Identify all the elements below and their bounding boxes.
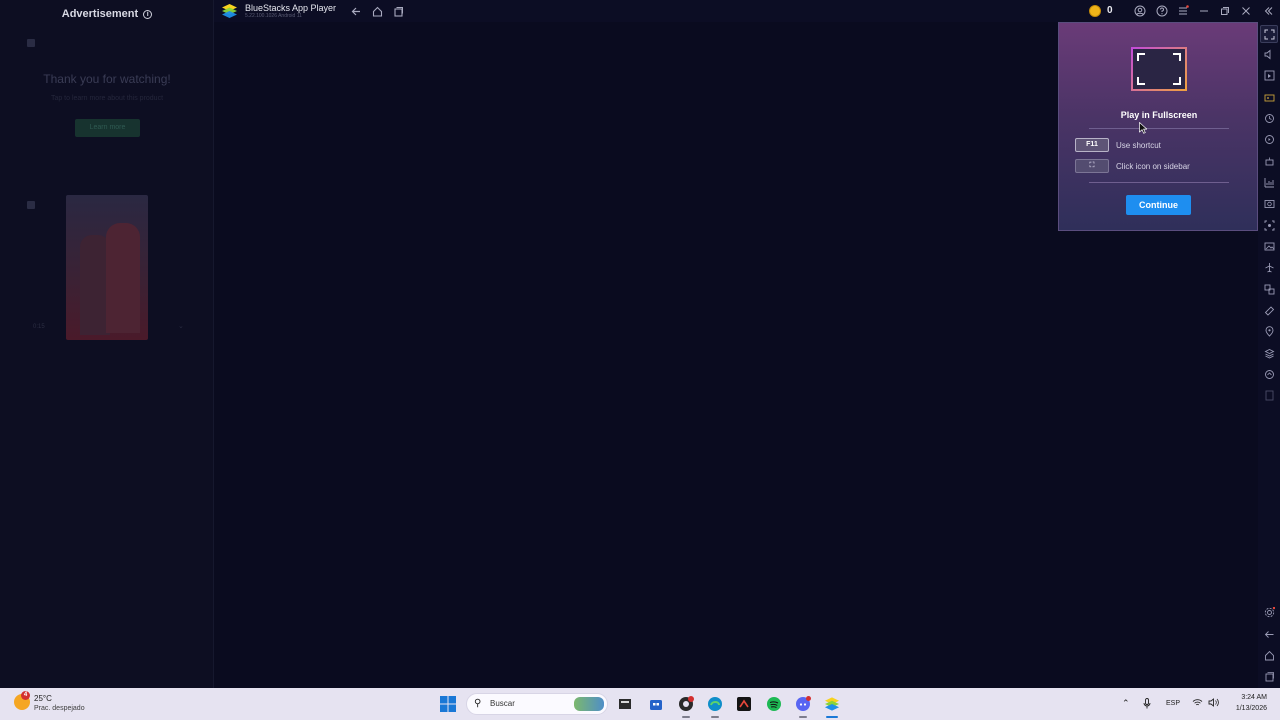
layers-icon[interactable] bbox=[1262, 346, 1276, 360]
search-placeholder: Buscar bbox=[490, 699, 515, 708]
chevron-up-icon[interactable]: ⌃ bbox=[1122, 698, 1130, 709]
ad-video-time: 0:15 bbox=[33, 324, 45, 330]
clock-date[interactable]: 1/13/2026 bbox=[1227, 705, 1267, 712]
popup-title: Play in Fullscreen bbox=[1120, 110, 1198, 120]
record-icon[interactable] bbox=[1262, 218, 1276, 232]
screen: Advertisement i Thank you for watching! … bbox=[0, 0, 1280, 720]
fullscreen-illustration-icon bbox=[1131, 47, 1187, 91]
menu-icon[interactable] bbox=[1175, 3, 1191, 19]
ad-learn-more-button[interactable]: Learn more bbox=[75, 119, 140, 137]
macro-icon[interactable] bbox=[1262, 111, 1276, 125]
use-shortcut-label: Use shortcut bbox=[1116, 141, 1161, 150]
ad-checkbox-icon[interactable] bbox=[27, 201, 35, 209]
account-icon[interactable] bbox=[1132, 3, 1148, 19]
rotate-icon[interactable] bbox=[1262, 132, 1276, 146]
gallery-icon[interactable] bbox=[1262, 239, 1276, 253]
windows-start-icon[interactable] bbox=[439, 695, 457, 713]
chevron-down-icon[interactable]: ⌄ bbox=[178, 322, 184, 330]
f11-key-badge: F11 bbox=[1075, 138, 1109, 152]
airplane-icon[interactable] bbox=[1262, 260, 1276, 274]
collapse-sidebar-icon[interactable] bbox=[1260, 3, 1276, 19]
more-apps-icon[interactable] bbox=[1262, 388, 1276, 402]
bluestacks-logo-icon bbox=[222, 4, 237, 18]
running-indicator bbox=[682, 716, 690, 718]
thumbnail-figure bbox=[106, 223, 140, 333]
screenshot-icon[interactable] bbox=[1262, 196, 1276, 210]
continue-button[interactable]: Continue bbox=[1126, 195, 1191, 215]
ad-title-label: Advertisement bbox=[61, 8, 139, 20]
ad-video-thumbnail[interactable] bbox=[66, 195, 148, 340]
recent-apps-icon[interactable] bbox=[390, 3, 406, 19]
home-icon[interactable] bbox=[1262, 648, 1276, 662]
file-explorer-icon[interactable] bbox=[616, 695, 634, 713]
windows-taskbar: 4 25°C Prac. despejado ⚲ Buscar ⌃ ESP 3:… bbox=[0, 688, 1280, 720]
search-icon: ⚲ bbox=[474, 698, 482, 709]
ad-thanks-text: Thank you for watching! bbox=[43, 72, 171, 86]
divider bbox=[1089, 128, 1229, 129]
help-icon[interactable] bbox=[1154, 3, 1170, 19]
home-icon[interactable] bbox=[369, 3, 385, 19]
sync-icon[interactable] bbox=[1262, 367, 1276, 381]
weather-description[interactable]: Prac. despejado bbox=[34, 705, 85, 712]
spotify-icon[interactable] bbox=[765, 695, 783, 713]
performance-icon[interactable] bbox=[1262, 175, 1276, 189]
coin-count: 0 bbox=[1107, 5, 1113, 16]
clock-time[interactable]: 3:24 AM bbox=[1235, 694, 1267, 701]
running-indicator bbox=[711, 716, 719, 718]
bluestacks-taskbar-icon[interactable] bbox=[823, 695, 841, 713]
fullscreen-icon[interactable] bbox=[1262, 27, 1276, 41]
discord-icon[interactable] bbox=[794, 695, 812, 713]
volume-icon[interactable] bbox=[1262, 47, 1276, 61]
app-version: 5.22.100.1026 Android 11 bbox=[245, 13, 302, 19]
edge-icon[interactable] bbox=[706, 695, 724, 713]
mouse-cursor-icon bbox=[1139, 122, 1147, 134]
right-sidebar bbox=[1258, 22, 1280, 688]
capcut-icon[interactable] bbox=[735, 695, 753, 713]
location-icon[interactable] bbox=[1262, 324, 1276, 338]
back-arrow-icon[interactable] bbox=[348, 3, 364, 19]
eraser-icon[interactable] bbox=[1262, 303, 1276, 317]
restore-icon[interactable] bbox=[1217, 3, 1233, 19]
close-icon[interactable] bbox=[1238, 3, 1254, 19]
app-title: BlueStacks App Player bbox=[245, 3, 337, 13]
running-indicator bbox=[799, 716, 807, 718]
notification-badge: 4 bbox=[21, 691, 30, 700]
taskbar-search-box[interactable]: ⚲ Buscar bbox=[466, 693, 608, 715]
robot-icon[interactable] bbox=[1262, 154, 1276, 168]
gamepad-icon[interactable] bbox=[1262, 90, 1276, 104]
media-icon[interactable] bbox=[1262, 68, 1276, 82]
divider bbox=[1089, 182, 1229, 183]
obs-icon[interactable] bbox=[677, 695, 695, 713]
language-indicator[interactable]: ESP bbox=[1166, 700, 1180, 707]
fullscreen-tip-popup: Play in Fullscreen F11 Use shortcut ⛶ Cl… bbox=[1058, 22, 1258, 231]
multi-instance-icon[interactable] bbox=[1262, 282, 1276, 296]
minimize-icon[interactable] bbox=[1196, 3, 1212, 19]
click-icon-label: Click icon on sidebar bbox=[1116, 162, 1190, 171]
fullscreen-icon: ⛶ bbox=[1075, 159, 1109, 173]
settings-icon[interactable] bbox=[1262, 605, 1276, 619]
recent-apps-icon[interactable] bbox=[1262, 669, 1276, 683]
ad-subtitle: Tap to learn more about this product bbox=[50, 95, 164, 102]
search-highlight-image bbox=[574, 697, 604, 711]
info-icon[interactable]: i bbox=[143, 10, 153, 19]
microphone-icon[interactable] bbox=[1143, 698, 1151, 711]
store-icon[interactable] bbox=[647, 695, 665, 713]
wifi-icon[interactable] bbox=[1192, 698, 1203, 709]
ad-title: Advertisement i bbox=[0, 8, 214, 20]
weather-temperature[interactable]: 25°C bbox=[34, 694, 52, 703]
back-icon[interactable] bbox=[1262, 627, 1276, 641]
ad-checkbox-icon[interactable] bbox=[27, 39, 35, 47]
active-app-indicator bbox=[826, 716, 838, 718]
title-bar: BlueStacks App Player 5.22.100.1026 Andr… bbox=[214, 0, 1280, 22]
ad-panel: Advertisement i Thank you for watching! … bbox=[0, 0, 214, 688]
speaker-icon[interactable] bbox=[1208, 698, 1219, 709]
coin-icon[interactable] bbox=[1089, 5, 1101, 17]
